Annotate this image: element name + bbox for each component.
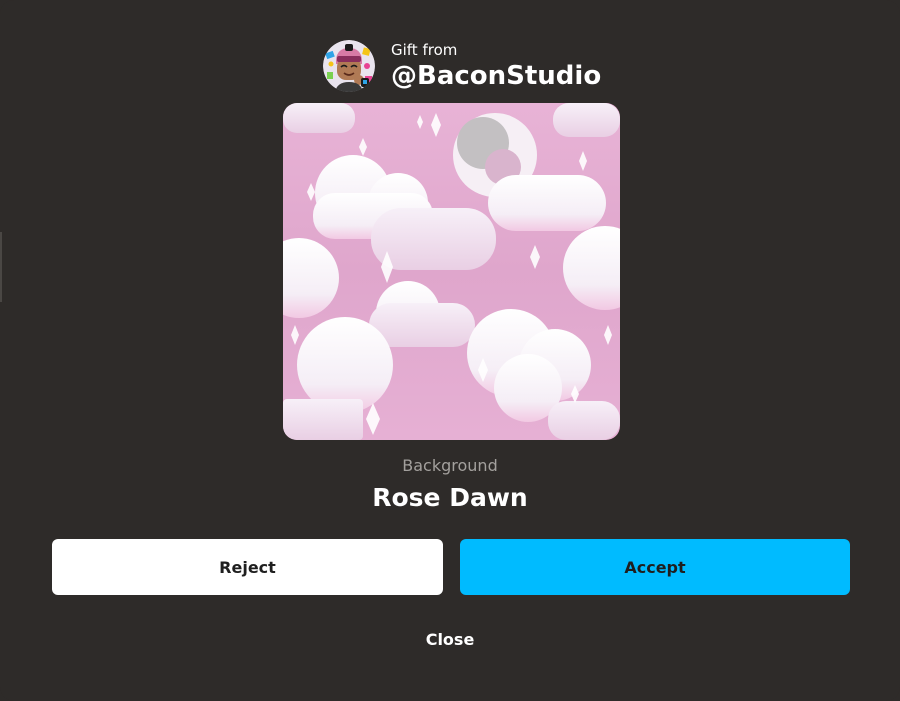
gift-from-label: Gift from — [391, 40, 458, 59]
sender-handle[interactable]: @BaconStudio — [391, 60, 601, 92]
reject-button[interactable]: Reject — [52, 539, 443, 595]
sender-avatar-icon — [323, 40, 375, 92]
item-type-label: Background — [402, 456, 498, 475]
item-preview-image — [283, 103, 620, 440]
gift-sender: Gift from @BaconStudio — [323, 40, 601, 92]
accept-button[interactable]: Accept — [460, 539, 850, 595]
item-name: Rose Dawn — [372, 483, 528, 512]
gift-dialog: Gift from @BaconStudio Background Rose D… — [0, 0, 900, 701]
edge-divider — [0, 232, 2, 302]
sender-text: Gift from @BaconStudio — [391, 41, 601, 92]
close-button[interactable]: Close — [400, 628, 500, 652]
